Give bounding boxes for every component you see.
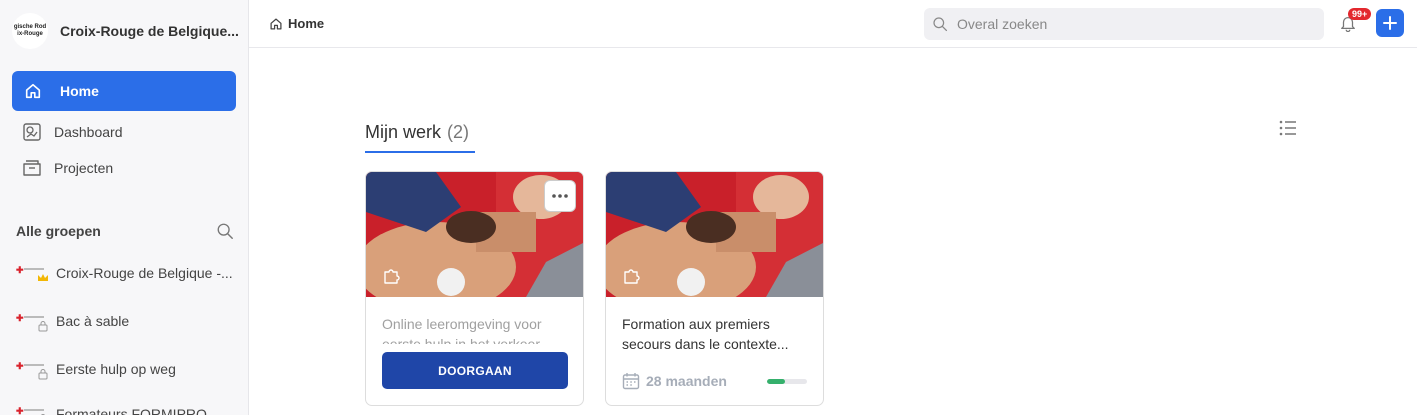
more-icon (552, 194, 568, 198)
group-item[interactable]: ✚ Eerste hulp op weg (16, 358, 176, 380)
group-item[interactable]: ✚ Bac à sable (16, 310, 129, 332)
group-label: Croix-Rouge de Belgique -... (56, 265, 233, 281)
course-title: Online leeromgeving voor eerste hulp in … (382, 316, 542, 344)
lock-icon (38, 321, 48, 332)
course-thumbnail (606, 172, 823, 297)
progress-bar (767, 379, 807, 384)
search-icon[interactable] (216, 222, 234, 240)
sidebar: gische Rod ix-Rouge Croix-Rouge de Belgi… (0, 0, 249, 415)
dashboard-icon (23, 123, 41, 141)
breadcrumb[interactable]: Home (269, 16, 324, 31)
course-title: Formation aux premiers secours dans le c… (622, 316, 789, 352)
calendar-icon (622, 373, 640, 390)
projects-icon (23, 160, 41, 176)
progress-fill (767, 379, 785, 384)
duration-text: 28 maanden (646, 373, 727, 389)
breadcrumb-label: Home (288, 16, 325, 31)
group-logo: ✚ (16, 403, 46, 415)
module-icon (384, 269, 400, 284)
sidebar-item-home[interactable]: Home (12, 71, 236, 111)
crown-icon (38, 274, 48, 281)
topbar: Home 99+ (249, 0, 1417, 48)
group-item[interactable]: ✚ Formateurs FORMIPRO (16, 403, 207, 415)
group-label: Bac à sable (56, 313, 130, 329)
group-label: Formateurs FORMIPRO (56, 406, 207, 415)
more-options-button[interactable] (544, 180, 576, 212)
section-title: Mijn werk (2) (365, 122, 469, 143)
sidebar-item-label: Home (60, 83, 99, 99)
course-duration: 28 maanden (622, 372, 727, 390)
course-thumbnail (366, 172, 583, 297)
brand-logo-text-1: gische Rod (13, 24, 47, 30)
section-title-text: Mijn werk (365, 122, 442, 142)
sidebar-item-dashboard[interactable]: Dashboard (22, 122, 123, 142)
brand-logo-text-2: ix-Rouge (17, 31, 43, 37)
home-icon (270, 17, 282, 30)
course-card[interactable]: Formation aux premiers secours dans le c… (605, 171, 824, 406)
sidebar-item-label: Projecten (54, 160, 114, 176)
group-label: Eerste hulp op weg (56, 361, 176, 377)
continue-button[interactable]: DOORGAAN (382, 352, 568, 389)
sidebar-item-label: Dashboard (54, 124, 123, 140)
home-icon (25, 83, 41, 99)
course-card[interactable]: Online leeromgeving voor eerste hulp in … (365, 171, 584, 406)
search-icon (933, 17, 948, 32)
brand[interactable]: gische Rod ix-Rouge Croix-Rouge de Belgi… (0, 0, 248, 62)
groups-heading: Alle groepen (16, 223, 101, 239)
section-count: (2) (447, 122, 470, 142)
list-view-icon[interactable] (1279, 120, 1297, 136)
search-input[interactable] (957, 16, 1297, 32)
module-icon (624, 269, 640, 284)
group-logo: ✚ (16, 310, 48, 332)
search-box[interactable] (924, 8, 1324, 40)
group-logo: ✚ (16, 262, 48, 284)
lock-icon (38, 369, 48, 380)
group-logo: ✚ (16, 358, 48, 380)
brand-name: Croix-Rouge de Belgique... (60, 23, 239, 39)
tab-underline (365, 151, 475, 153)
groups-header: Alle groepen (16, 222, 234, 240)
group-item[interactable]: ✚ Croix-Rouge de Belgique -... (16, 262, 233, 284)
add-button[interactable] (1376, 9, 1404, 37)
brand-logo: gische Rod ix-Rouge (12, 13, 48, 49)
main-content: Home 99+ Mijn werk(2) (249, 0, 1417, 415)
notification-badge: 99+ (1348, 8, 1372, 20)
sidebar-item-projects[interactable]: Projecten (22, 158, 113, 178)
plus-icon (1383, 16, 1397, 30)
